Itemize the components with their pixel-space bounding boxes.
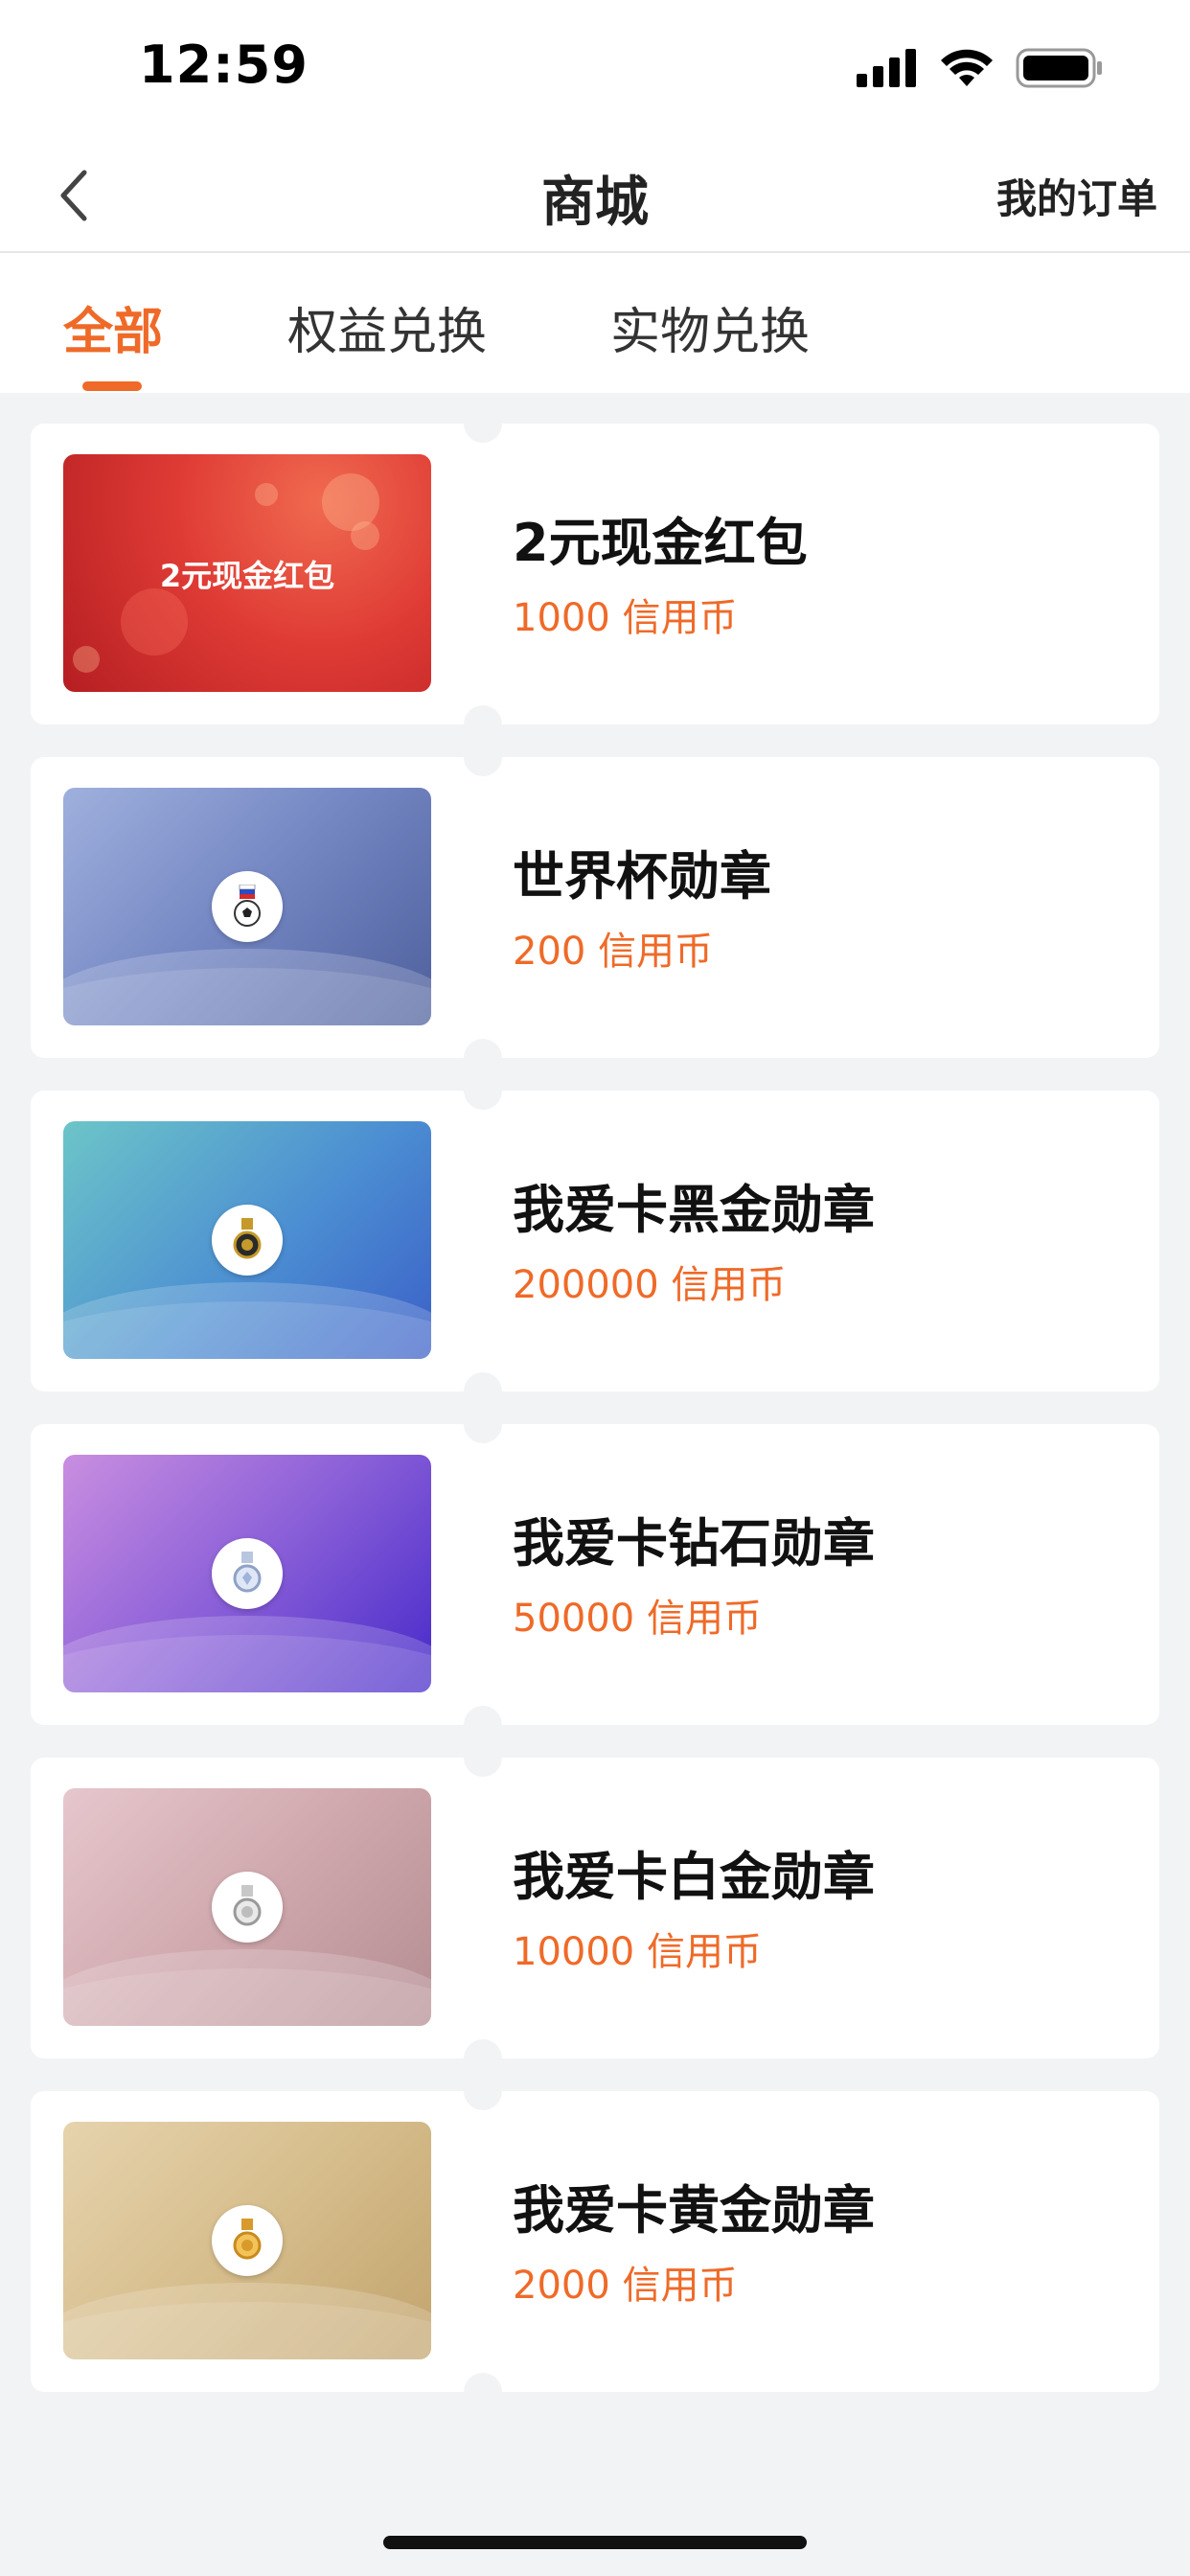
card-notch — [464, 2373, 502, 2411]
card-notch — [464, 1071, 502, 1110]
mall-page: 12:59 商城 我的订单 全部 权益兑换 实物兑换 2元现金红包 2元现金红包… — [0, 0, 1190, 2576]
product-price: 10000 信用币 — [513, 1930, 762, 1974]
red-envelope-thumbnail: 2元现金红包 — [63, 454, 431, 692]
battery-icon — [1016, 48, 1102, 88]
card-notch — [464, 404, 502, 443]
status-icons — [857, 48, 1104, 88]
product-list: 2元现金红包 2元现金红包 1000 信用币 世界杯勋章 200 信用币 我爱卡… — [31, 404, 1159, 2425]
category-tabs: 全部 权益兑换 实物兑换 — [0, 253, 1190, 393]
football-medal-icon — [234, 885, 261, 927]
decorative-wave — [63, 1301, 431, 1359]
product-card[interactable]: 我爱卡钻石勋章 50000 信用币 — [31, 1405, 1159, 1744]
diamond-medal-icon — [233, 1552, 262, 1593]
product-price: 1000 信用币 — [513, 596, 738, 640]
card-notch — [464, 2072, 502, 2110]
navigation-bar: 商城 我的订单 — [0, 134, 1190, 253]
product-price: 2000 信用币 — [513, 2264, 738, 2308]
card-notch — [464, 1405, 502, 1443]
wifi-icon — [941, 49, 993, 86]
card-notch — [464, 1738, 502, 1777]
home-indicator[interactable] — [383, 2536, 807, 2549]
decorative-wave — [63, 2302, 431, 2359]
platinum-medal-icon — [233, 1885, 262, 1926]
gold-medal-icon — [233, 2219, 262, 2260]
tab-physical-exchange[interactable]: 实物兑换 — [610, 291, 810, 363]
medal-thumbnail — [63, 1121, 431, 1359]
product-card[interactable]: 我爱卡白金勋章 10000 信用币 — [31, 1738, 1159, 2078]
product-card[interactable]: 我爱卡黑金勋章 200000 信用币 — [31, 1071, 1159, 1411]
product-card[interactable]: 2元现金红包 2元现金红包 1000 信用币 — [31, 404, 1159, 744]
product-title: 我爱卡黄金勋章 — [513, 2180, 875, 2241]
product-price: 50000 信用币 — [513, 1597, 762, 1641]
signal-icon — [857, 49, 916, 87]
medal-badge — [212, 1205, 283, 1276]
decorative-wave — [63, 1635, 431, 1692]
medal-thumbnail — [63, 2122, 431, 2359]
medal-badge — [212, 1872, 283, 1943]
tab-rights-exchange[interactable]: 权益兑换 — [287, 291, 487, 363]
product-title: 我爱卡黑金勋章 — [513, 1180, 875, 1240]
decorative-wave — [63, 968, 431, 1025]
product-card[interactable]: 世界杯勋章 200 信用币 — [31, 738, 1159, 1077]
medal-badge — [212, 2205, 283, 2276]
medal-thumbnail — [63, 788, 431, 1025]
product-title: 2元现金红包 — [513, 513, 808, 573]
status-time: 12:59 — [139, 34, 309, 95]
card-notch — [464, 738, 502, 776]
product-card[interactable]: 我爱卡黄金勋章 2000 信用币 — [31, 2072, 1159, 2411]
product-price: 200000 信用币 — [513, 1263, 787, 1307]
active-tab-indicator — [82, 381, 142, 391]
product-title: 世界杯勋章 — [513, 846, 771, 907]
status-bar: 12:59 — [0, 0, 1190, 134]
tab-all[interactable]: 全部 — [63, 291, 163, 363]
thumbnail-label: 2元现金红包 — [159, 558, 335, 594]
decorative-wave — [63, 1968, 431, 2026]
product-title: 我爱卡钻石勋章 — [513, 1513, 875, 1574]
my-orders-link[interactable]: 我的订单 — [996, 167, 1157, 225]
product-price: 200 信用币 — [513, 930, 714, 974]
medal-thumbnail — [63, 1455, 431, 1692]
medal-thumbnail — [63, 1788, 431, 2026]
black-gold-medal-icon — [233, 1218, 262, 1259]
product-title: 我爱卡白金勋章 — [513, 1847, 875, 1907]
medal-badge — [212, 1538, 283, 1609]
medal-badge — [212, 871, 283, 942]
